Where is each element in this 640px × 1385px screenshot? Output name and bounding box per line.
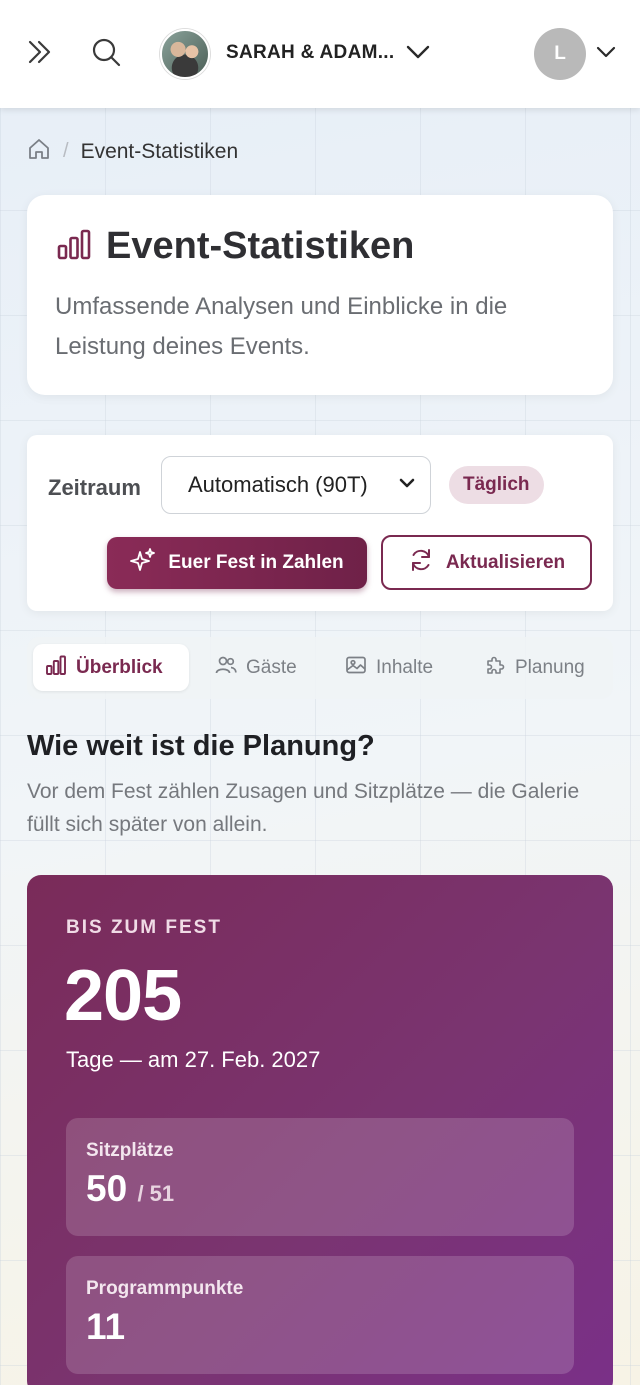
seats-stat: Sitzplätze 50 / 51 [66, 1118, 574, 1236]
page-title: Event-Statistiken [106, 225, 415, 267]
event-avatar[interactable] [160, 29, 210, 79]
breadcrumb-separator: / [63, 140, 69, 162]
tab-guests-label: Gäste [246, 656, 297, 678]
bar-chart-icon [45, 654, 67, 682]
countdown-card: BIS ZUM FEST 205 Tage — am 27. Feb. 2027… [27, 875, 613, 1385]
countdown-days: 205 [64, 956, 182, 1036]
tab-planning[interactable]: Planung [472, 644, 597, 691]
section-title: Wie weit ist die Planung? [27, 730, 375, 762]
stats-summary-label: Euer Fest in Zahlen [168, 552, 344, 573]
countdown-subtitle: Tage — am 27. Feb. 2027 [66, 1047, 321, 1072]
seats-total: / 51 [137, 1181, 175, 1206]
breadcrumb: / Event-Statistiken [27, 137, 238, 166]
page-header-card: Event-Statistiken Umfassende Analysen un… [27, 195, 613, 395]
tab-overview[interactable]: Überblick [33, 644, 189, 691]
user-initial: L [554, 43, 566, 64]
stats-summary-button[interactable]: Euer Fest in Zahlen [107, 537, 367, 589]
tab-content-label: Inhalte [376, 656, 434, 678]
seats-value: 50 [86, 1168, 128, 1209]
stats-tabs: Überblick Gäste Inhalte Planung [27, 637, 613, 699]
program-label: Programmpunkte [86, 1278, 244, 1299]
tab-content[interactable]: Inhalte [333, 644, 445, 691]
period-select-value: Automatisch (90T) [188, 472, 368, 497]
event-name[interactable]: SARAH & ADAM... [226, 42, 394, 64]
refresh-label: Aktualisieren [445, 551, 566, 573]
home-icon[interactable] [27, 137, 51, 166]
bar-chart-icon [56, 226, 92, 267]
sparkles-icon [130, 547, 156, 579]
seats-label: Sitzplätze [86, 1140, 174, 1161]
section-description: Vor dem Fest zählen Zusagen und Sitzplät… [27, 780, 580, 836]
select-chevron-down-icon [398, 472, 416, 498]
search-icon[interactable] [90, 36, 122, 68]
breadcrumb-current: Event-Statistiken [80, 139, 239, 163]
granularity-badge: Täglich [449, 466, 544, 504]
page-description: Umfassende Analysen und Einblicke in die… [55, 293, 508, 360]
tab-overview-label: Überblick [76, 656, 163, 678]
puzzle-icon [484, 654, 506, 682]
top-bar: SARAH & ADAM... L [0, 0, 640, 108]
tab-planning-label: Planung [515, 656, 585, 678]
user-avatar[interactable]: L [534, 28, 586, 80]
program-value: 11 [86, 1306, 126, 1347]
users-icon [215, 654, 237, 682]
expand-sidebar-icon[interactable] [24, 36, 56, 68]
period-label: Zeitraum [48, 475, 141, 500]
event-chevron-down-icon[interactable] [402, 36, 434, 68]
user-chevron-down-icon[interactable] [590, 36, 622, 68]
countdown-eyebrow: BIS ZUM FEST [66, 917, 222, 938]
program-stat: Programmpunkte 11 [66, 1256, 574, 1374]
seats-value-wrap: 50 / 51 [86, 1168, 174, 1210]
image-icon [345, 654, 367, 682]
controls-card: Zeitraum Automatisch (90T) Täglich Euer … [27, 435, 613, 611]
refresh-button[interactable]: Aktualisieren [381, 535, 592, 590]
period-select[interactable]: Automatisch (90T) [161, 456, 431, 514]
refresh-icon [408, 547, 434, 579]
tab-guests[interactable]: Gäste [203, 644, 309, 691]
